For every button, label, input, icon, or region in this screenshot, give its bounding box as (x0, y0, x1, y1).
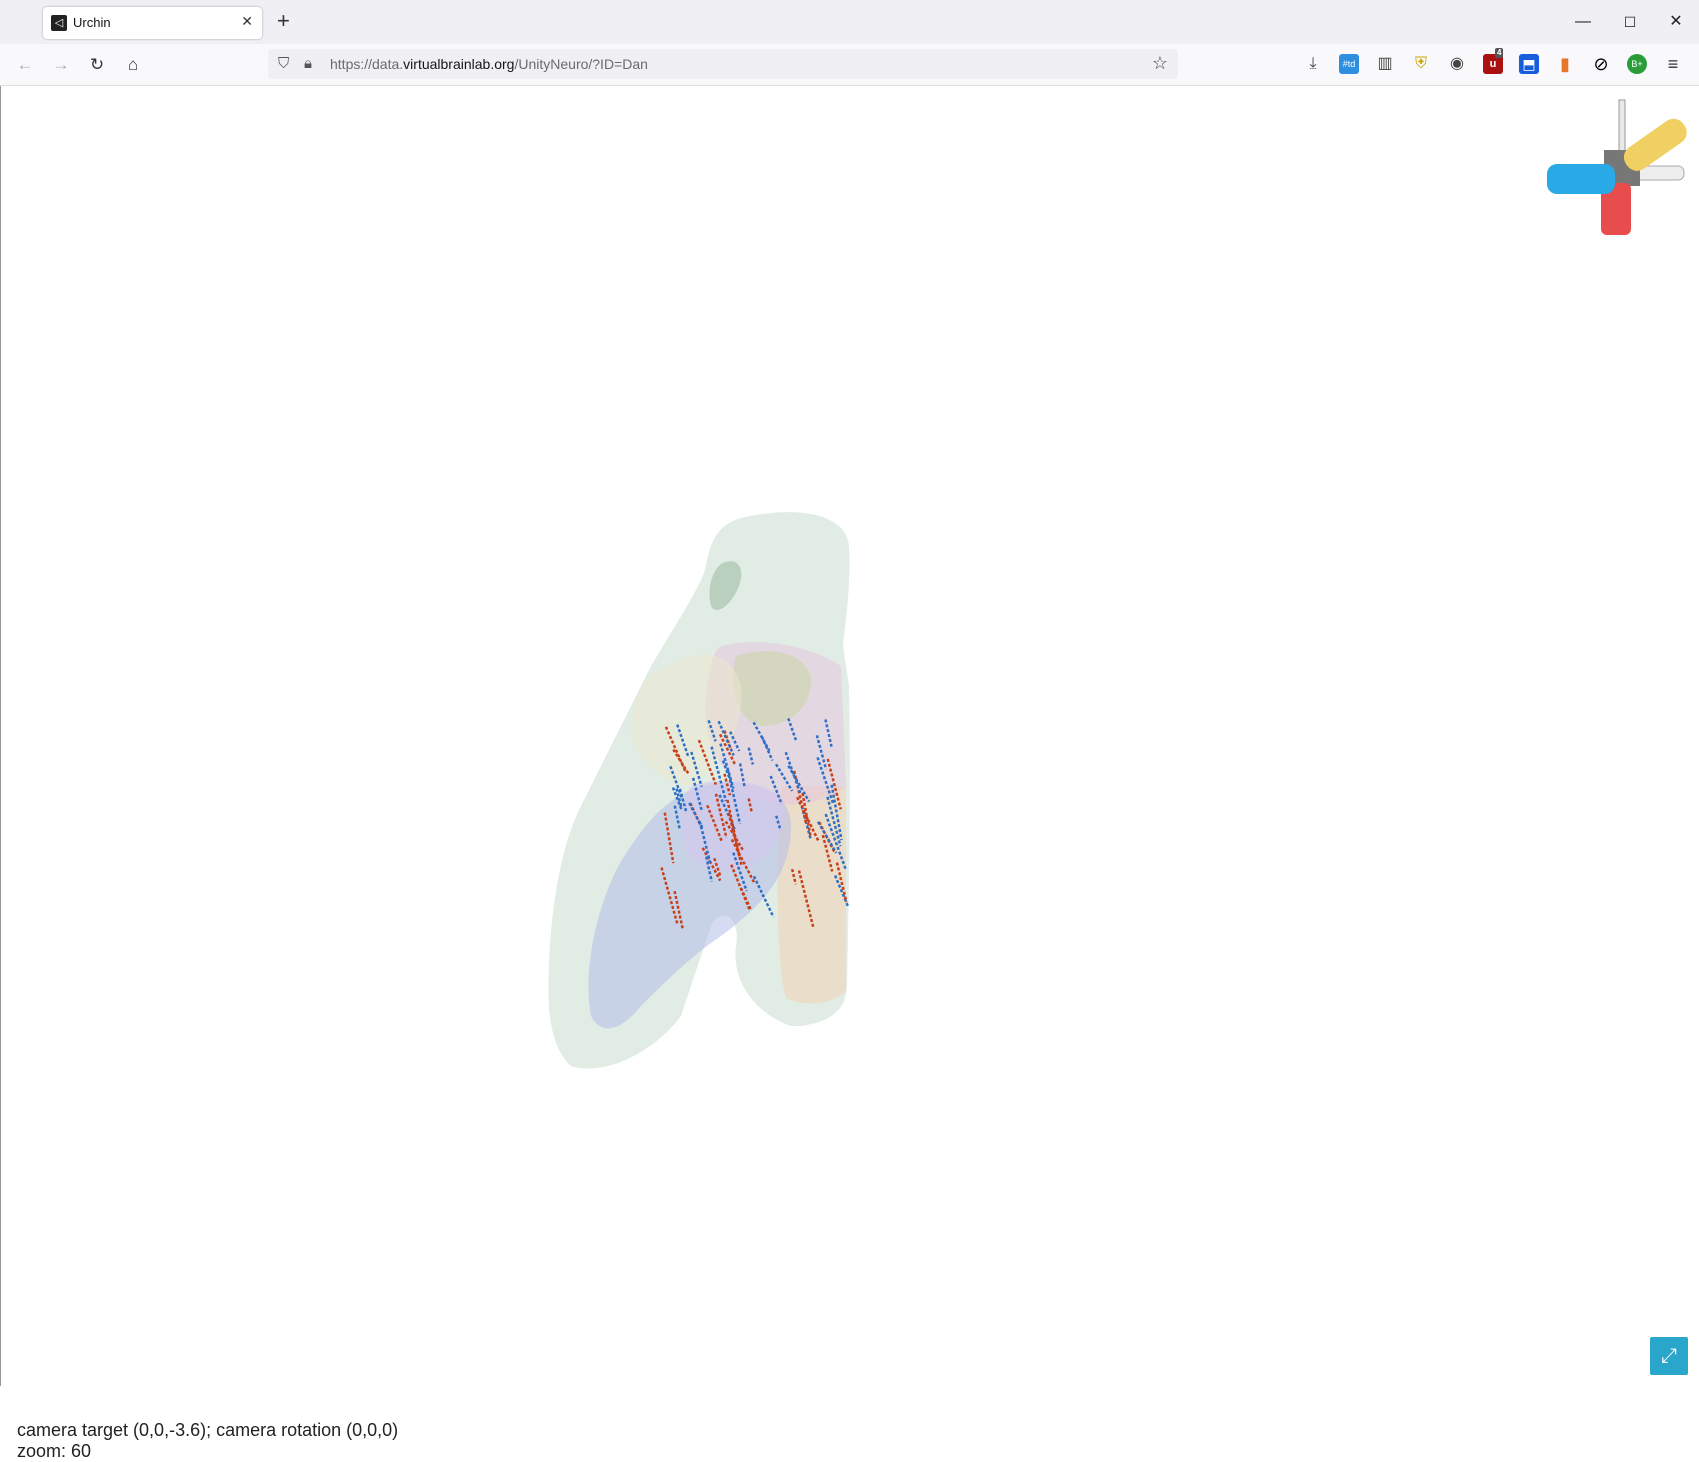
url-bar[interactable]: ⛉ 🔒︎ https://data.virtualbrainlab.org/Un… (268, 49, 1178, 79)
tracking-shield-icon[interactable]: ⛉ (278, 55, 289, 72)
new-tab-button[interactable]: + (277, 9, 290, 33)
bookmark-star-icon[interactable]: ☆ (1152, 53, 1168, 74)
back-button[interactable]: ← (12, 52, 38, 78)
home-button[interactable]: ⌂ (120, 52, 146, 78)
downloads-icon[interactable]: ⤓ (1303, 54, 1323, 74)
tab-title: Urchin (73, 15, 111, 30)
columns-icon[interactable]: ▥ (1375, 54, 1395, 74)
unity-canvas[interactable]: camera target (0,0,-3.6); camera rotatio… (0, 86, 1699, 1461)
camera-status-line: camera target (0,0,-3.6); camera rotatio… (17, 1420, 399, 1440)
bplus-icon[interactable]: B+ (1627, 54, 1647, 74)
td-icon[interactable]: #td (1339, 54, 1359, 74)
extension-badge: 4 (1495, 48, 1504, 58)
shield-badge-icon[interactable]: ⛨ (1411, 54, 1431, 74)
maximize-button[interactable]: ☐ (1615, 10, 1645, 34)
tab-urchin[interactable]: ◁ Urchin ✕ (43, 7, 262, 39)
brain-render (548, 512, 850, 1069)
camera-status: camera target (0,0,-3.6); camera rotatio… (17, 1420, 398, 1462)
reload-button[interactable]: ↻ (84, 52, 110, 78)
bitwarden-icon[interactable]: ⬒ (1519, 54, 1539, 74)
minimize-button[interactable]: — (1568, 10, 1598, 34)
ublock-icon[interactable]: u4 (1483, 48, 1504, 74)
lock-icon[interactable]: 🔒︎ (304, 55, 312, 72)
axis-gizmo[interactable] (1539, 98, 1689, 238)
close-window-button[interactable]: ✕ (1661, 10, 1691, 34)
fullscreen-button[interactable]: ⤢ (1650, 1337, 1688, 1375)
gizmo-axis-blue (1547, 164, 1615, 194)
eye-icon[interactable]: ◉ (1447, 54, 1467, 74)
unity-icon: ◁ (51, 15, 67, 31)
menu-icon[interactable]: ≡ (1663, 54, 1683, 74)
navigation-bar: ← → ↻ ⌂ ⛉ 🔒︎ https://data.virtualbrainla… (0, 44, 1699, 86)
block-icon[interactable]: ⊘ (1591, 54, 1611, 74)
forward-button[interactable]: → (48, 52, 74, 78)
url-text[interactable]: https://data.virtualbrainlab.org/UnityNe… (330, 56, 648, 72)
zoom-status-line: zoom: 60 (17, 1441, 92, 1461)
trash-icon[interactable]: ▮ (1555, 54, 1575, 74)
tab-close-icon[interactable]: ✕ (241, 13, 253, 30)
title-bar: ◁ Urchin ✕ + — ☐ ✕ (0, 0, 1699, 44)
